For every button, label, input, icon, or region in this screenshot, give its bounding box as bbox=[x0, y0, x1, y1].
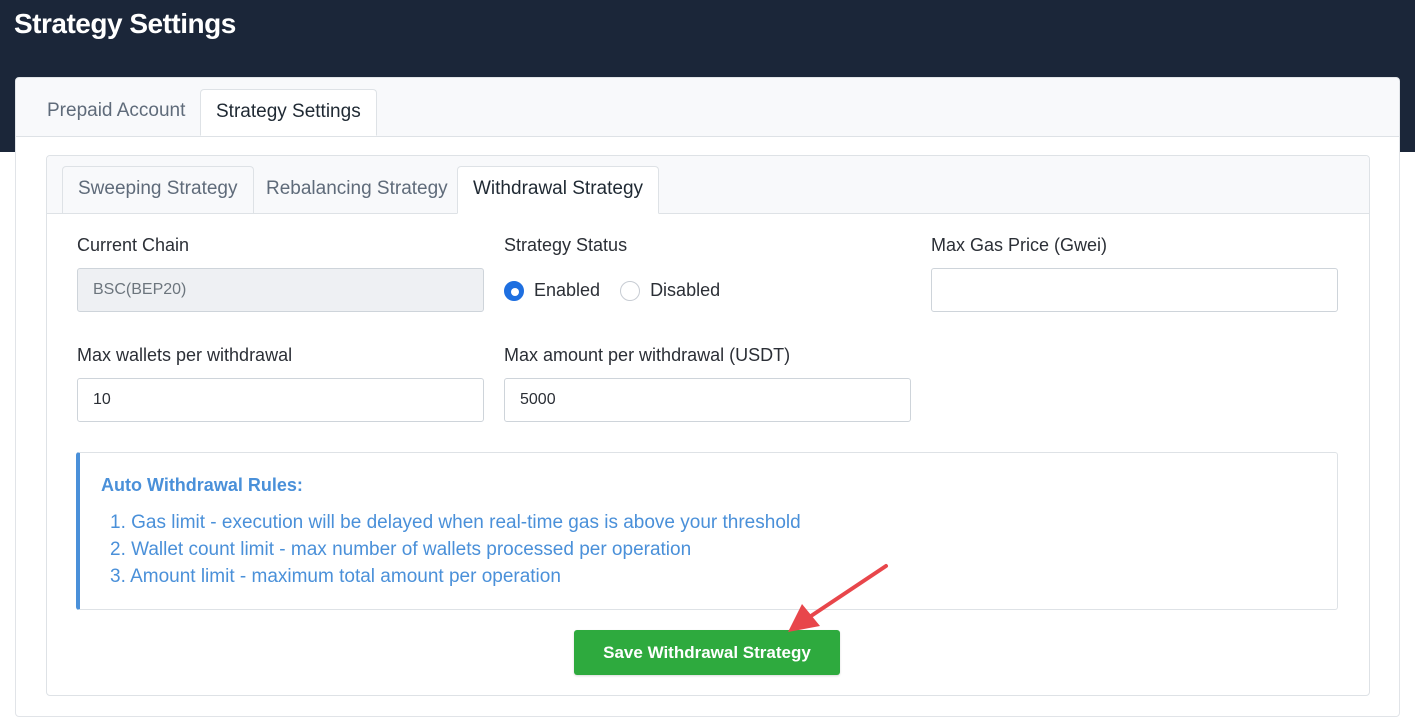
radio-disabled[interactable]: Disabled bbox=[620, 280, 720, 301]
max-wallets-input[interactable] bbox=[77, 378, 484, 422]
max-gas-price-label: Max Gas Price (Gwei) bbox=[931, 235, 1108, 255]
main-tab-bar: Prepaid Account Strategy Settings bbox=[16, 78, 1399, 137]
radio-disabled-circle[interactable] bbox=[620, 280, 641, 301]
max-amount-input[interactable] bbox=[504, 378, 911, 422]
current-chain-label: Current Chain bbox=[77, 235, 190, 255]
strategy-status-radio-group: Enabled Disabled bbox=[504, 280, 740, 301]
max-wallets-label: Max wallets per withdrawal bbox=[77, 345, 293, 365]
strategy-status-label: Strategy Status bbox=[504, 235, 628, 255]
tab-rebalancing-strategy[interactable]: Rebalancing Strategy bbox=[250, 166, 464, 213]
strategy-panel: Sweeping Strategy Rebalancing Strategy W… bbox=[46, 155, 1370, 696]
radio-disabled-label: Disabled bbox=[650, 280, 721, 300]
rules-list: 1. Gas limit - execution will be delayed… bbox=[110, 509, 801, 590]
settings-card: Prepaid Account Strategy Settings Sweepi… bbox=[15, 77, 1400, 717]
tab-prepaid-account[interactable]: Prepaid Account bbox=[32, 89, 200, 135]
auto-withdrawal-rules-box: Auto Withdrawal Rules: 1. Gas limit - ex… bbox=[76, 452, 1338, 610]
rule-item: 3. Amount limit - maximum total amount p… bbox=[110, 566, 561, 587]
radio-enabled[interactable]: Enabled bbox=[504, 280, 600, 301]
tab-sweeping-strategy[interactable]: Sweeping Strategy bbox=[62, 166, 254, 213]
tab-withdrawal-strategy[interactable]: Withdrawal Strategy bbox=[457, 166, 660, 214]
page-title: Strategy Settings bbox=[14, 8, 236, 39]
max-gas-price-input[interactable] bbox=[931, 268, 1338, 312]
tab-strategy-settings[interactable]: Strategy Settings bbox=[200, 89, 377, 136]
max-amount-label: Max amount per withdrawal (USDT) bbox=[504, 345, 791, 365]
strategy-tab-bar: Sweeping Strategy Rebalancing Strategy W… bbox=[47, 156, 1369, 214]
rule-item: 2. Wallet count limit - max number of wa… bbox=[110, 539, 692, 560]
red-arrow-annotation-icon bbox=[788, 564, 888, 632]
radio-enabled-label: Enabled bbox=[534, 280, 601, 300]
current-chain-field bbox=[77, 268, 484, 312]
rule-item: 1. Gas limit - execution will be delayed… bbox=[110, 512, 801, 533]
radio-enabled-circle[interactable] bbox=[504, 280, 524, 301]
rules-title: Auto Withdrawal Rules: bbox=[101, 475, 303, 495]
